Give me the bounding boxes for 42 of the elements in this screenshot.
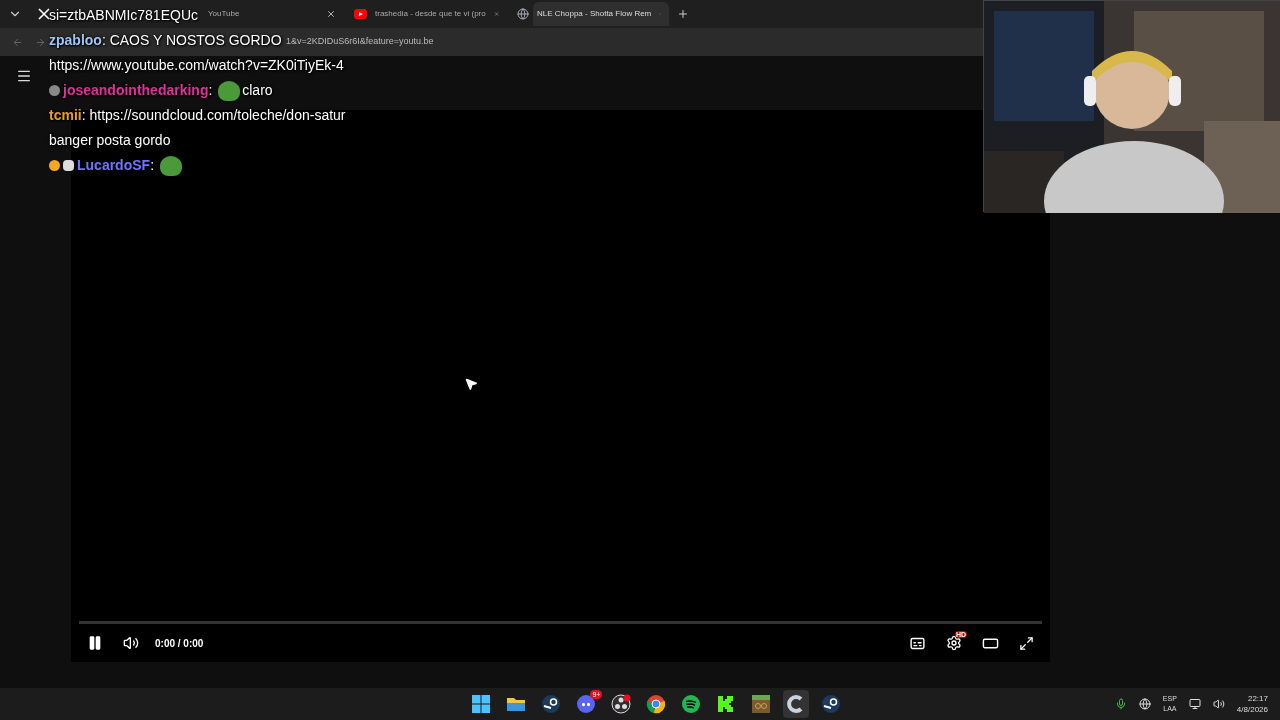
browser-tab[interactable]: trashedia - desde que te vi (pro [371, 2, 507, 26]
network-icon[interactable] [1138, 698, 1151, 710]
new-tab-icon[interactable] [677, 8, 689, 20]
close-icon[interactable] [326, 9, 336, 19]
chat-message: tcmii: https://soundcloud.com/toleche/don-satur banger posta gordo [49, 106, 347, 150]
browser-tab[interactable]: NLE Choppa - Shotta Flow Rem [533, 2, 669, 26]
record-logo-icon [611, 694, 632, 714]
globe-icon [517, 8, 529, 20]
tab-title: NLE Choppa - Shotta Flow Rem [537, 8, 652, 20]
x-logo-icon [38, 8, 50, 20]
chat-text: https://www.youtube.com/watch?v=ZK0iTiyEk-4 [49, 56, 344, 75]
chat-message: joseandointhedarking: claro [63, 78, 273, 103]
clock-time[interactable]: 22:17 [1247, 693, 1268, 704]
chat-username: tcmii [49, 107, 82, 123]
steam-logo-icon [541, 694, 562, 714]
menu-icon[interactable] [16, 68, 32, 84]
microphone-icon[interactable] [1114, 698, 1127, 710]
tab-title: trashedia - desde que te vi (pro [375, 8, 486, 20]
chat-message: LucardoSF: [77, 153, 184, 178]
steam-logo-icon [821, 694, 842, 714]
browser-logo-icon [646, 694, 667, 714]
sound-waves-logo-icon [681, 694, 702, 714]
fullscreen-icon[interactable] [1019, 635, 1034, 651]
clock-date[interactable]: 4/8/2026 [1236, 704, 1268, 715]
time-display: 0:00 / 0:00 [155, 636, 204, 651]
settings-icon[interactable] [946, 635, 962, 651]
browser-tab[interactable]: YouTube [204, 2, 344, 26]
tab-title: YouTube [208, 8, 241, 20]
grass-block-icon [751, 694, 772, 714]
pause-icon[interactable] [87, 635, 103, 651]
taskbar-app[interactable] [783, 690, 810, 718]
volume-icon[interactable] [123, 635, 139, 651]
play-logo-icon [354, 9, 367, 19]
chat-text: si=ztbABNMIc781EQUc [49, 6, 198, 25]
chat-message: zpabloo: CAOS Y NOSTOS GORDO [49, 31, 282, 50]
chat-username: zpabloo [49, 32, 102, 48]
address-text[interactable]: 1&v=2KDIDuS6r6I&feature=youtu.be [286, 35, 434, 49]
windows-logo-icon [471, 694, 492, 714]
mouse-pointer-icon [464, 377, 478, 391]
progress-track[interactable] [79, 621, 1042, 624]
speaker-icon[interactable] [1212, 698, 1225, 710]
display-icon[interactable] [1188, 698, 1201, 710]
